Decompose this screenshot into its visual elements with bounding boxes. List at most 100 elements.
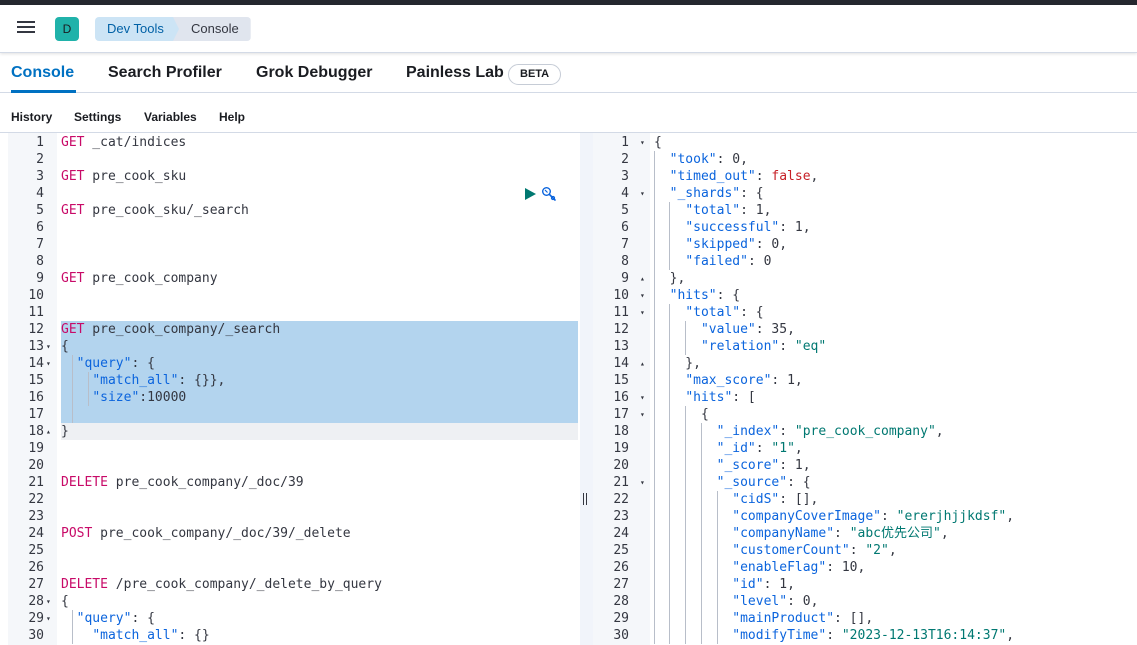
line-number: 23 (613, 509, 629, 524)
fold-toggle-icon[interactable]: ▾ (640, 134, 645, 151)
line-number: 17 (28, 407, 44, 422)
code-line: "timed_out": false, (654, 168, 819, 185)
request-editor[interactable]: 1 GET _cat/indices 2 3 GET pre_cook_sku 4 5 GET… (0, 133, 580, 645)
code-token: : { (131, 611, 155, 626)
line-number: 18 (613, 424, 629, 439)
play-icon[interactable] (523, 187, 537, 201)
hamburger-menu-icon[interactable] (17, 19, 37, 39)
line-number: 6 (621, 220, 629, 235)
line-number: 23 (28, 509, 44, 524)
fold-toggle-icon[interactable]: ▾ (640, 389, 645, 406)
code-token: , (1006, 628, 1015, 643)
tab-grok-debugger[interactable]: Grok Debugger (256, 64, 372, 82)
line-number: 6 (36, 220, 44, 235)
code-line: "skipped": 0, (654, 236, 787, 253)
fold-toggle-icon[interactable]: ▾ (46, 610, 51, 627)
code-token: 1 (794, 220, 803, 235)
code-token: GET (61, 203, 85, 218)
code-token: : (755, 441, 772, 456)
code-line: GET pre_cook_sku/_search (61, 202, 249, 219)
fold-toggle-icon[interactable]: ▾ (640, 304, 645, 321)
code-token: "skipped" (685, 237, 756, 252)
fold-toggle-icon[interactable]: ▴ (46, 423, 51, 440)
line-number: 10 (28, 288, 44, 303)
wrench-icon[interactable] (541, 186, 557, 202)
code-token: "ererjhjjkdsf" (896, 509, 1007, 524)
indent-guide (717, 491, 718, 644)
code-token: , (935, 424, 944, 439)
code-token: , (787, 322, 795, 337)
breadcrumb-dev-tools[interactable]: Dev Tools (95, 17, 180, 41)
fold-toggle-icon[interactable]: ▴ (640, 270, 645, 287)
menu-settings[interactable]: Settings (74, 110, 121, 124)
code-token: "abc优先公司" (849, 526, 941, 541)
panel-resizer[interactable] (580, 133, 593, 645)
code-token: "took" (669, 152, 717, 167)
fold-toggle-icon[interactable]: ▾ (46, 355, 51, 372)
fold-toggle-icon[interactable]: ▴ (640, 355, 645, 372)
code-line: GET pre_cook_company/_search (61, 321, 280, 338)
menu-history[interactable]: History (11, 110, 52, 124)
line-number: 19 (28, 441, 44, 456)
code-line: "customerCount": "2", (654, 542, 896, 559)
fold-toggle-icon[interactable]: ▾ (46, 338, 51, 355)
indent-guide (72, 610, 73, 644)
code-token: , (1006, 509, 1015, 524)
tab-search-profiler[interactable]: Search Profiler (108, 64, 222, 82)
line-number: 27 (28, 577, 44, 592)
code-token: GET (61, 169, 85, 184)
code-token: 1 (794, 458, 803, 473)
code-token: { (654, 407, 709, 422)
code-line: "max_score": 1, (654, 372, 802, 389)
space-avatar[interactable]: D (55, 17, 79, 41)
line-number: 24 (28, 526, 44, 541)
fold-toggle-icon[interactable]: ▾ (640, 287, 645, 304)
code-token: "failed" (685, 254, 748, 269)
code-token: : (834, 526, 850, 541)
line-number: 28 (613, 594, 629, 609)
code-token: 1 (755, 203, 764, 218)
line-number: 21 (613, 475, 629, 490)
code-token: } (61, 424, 69, 439)
tab-painless-lab[interactable]: Painless Lab (406, 64, 504, 82)
code-token: : [], (834, 611, 874, 626)
line-number: 16 (28, 390, 44, 405)
code-token: "companyCoverImage" (732, 509, 881, 524)
line-number: 27 (613, 577, 629, 592)
code-token: : {}}, (178, 373, 226, 388)
line-number: 5 (36, 203, 44, 218)
code-token: 0 (802, 594, 811, 609)
line-number: 2 (621, 152, 629, 167)
code-token: "total" (685, 203, 741, 218)
menu-help[interactable]: Help (219, 110, 245, 124)
fold-toggle-icon[interactable]: ▾ (640, 406, 645, 423)
line-number: 22 (613, 492, 629, 507)
code-token: "successful" (685, 220, 780, 235)
code-line: }, (654, 355, 701, 372)
code-token: : { (740, 186, 764, 201)
menu-variables[interactable]: Variables (144, 110, 197, 124)
fold-toggle-icon[interactable]: ▾ (46, 593, 51, 610)
code-line: "_score": 1, (654, 457, 811, 474)
code-token: 0 (732, 152, 741, 167)
code-token: : (779, 458, 795, 473)
code-token: false (771, 169, 811, 184)
fold-toggle-icon[interactable]: ▾ (640, 185, 645, 202)
code-line: "hits": { (654, 287, 740, 304)
line-number: 11 (613, 305, 629, 320)
indent-guide (685, 406, 686, 644)
tab-console[interactable]: Console (11, 64, 74, 82)
line-number: 17 (613, 407, 629, 422)
line-number: 22 (28, 492, 44, 507)
code-token: "query" (76, 356, 132, 371)
line-number: 12 (613, 322, 629, 337)
code-line: GET _cat/indices (61, 134, 186, 151)
fold-toggle-icon[interactable]: ▾ (640, 474, 645, 491)
code-token: { (654, 135, 662, 150)
